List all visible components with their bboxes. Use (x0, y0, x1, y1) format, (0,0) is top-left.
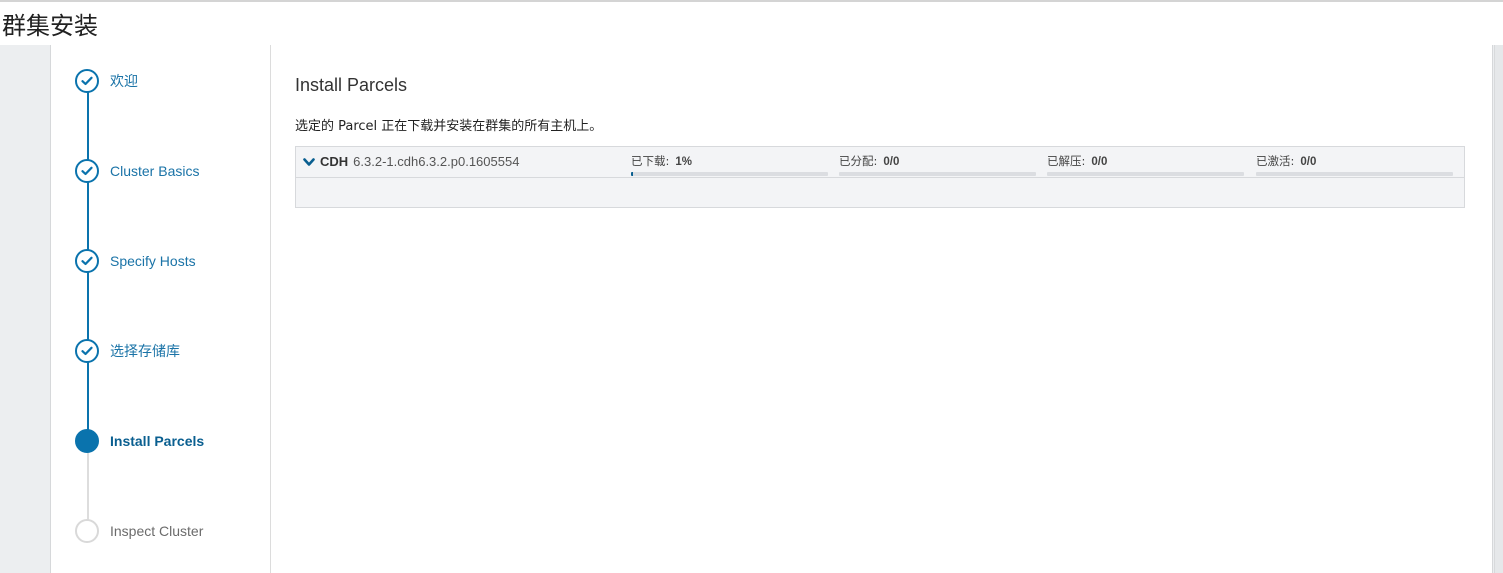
stat-label: 已解压: (1047, 154, 1086, 168)
check-circle-icon (75, 249, 99, 273)
parcel-name: CDH (320, 154, 349, 169)
stat-value: 1% (675, 156, 692, 168)
step-select-repository[interactable]: 选择存储库 (75, 338, 180, 364)
stat-label: 已分配: (839, 154, 878, 168)
step-label: Inspect Cluster (110, 523, 204, 539)
progress-bar (839, 172, 1036, 176)
step-specify-hosts[interactable]: Specify Hosts (75, 248, 196, 274)
stat-value: 0/0 (1091, 156, 1108, 168)
wizard-card: 欢迎 Cluster Basics Specify Hosts 选择存储库 In… (50, 45, 1493, 573)
progress-fill (631, 172, 633, 176)
stat-activated: 已激活: 0/0 (1256, 153, 1453, 176)
step-install-parcels[interactable]: Install Parcels (75, 428, 204, 454)
page-title: 群集安装 (2, 12, 98, 40)
step-cluster-basics[interactable]: Cluster Basics (75, 158, 199, 184)
section-description: 选定的 Parcel 正在下载并安装在群集的所有主机上。 (295, 119, 603, 134)
step-label: Specify Hosts (110, 253, 196, 269)
parcel-toggle[interactable]: CDH 6.3.2-1.cdh6.3.2.p0.1605554 (302, 154, 519, 169)
filled-circle-icon (75, 429, 99, 453)
check-circle-icon (75, 69, 99, 93)
stat-value: 0/0 (1300, 156, 1317, 168)
step-label: Cluster Basics (110, 163, 200, 179)
scrollbar-track[interactable] (1494, 45, 1503, 573)
main-panel: Install Parcels 选定的 Parcel 正在下载并安装在群集的所有… (295, 45, 1475, 573)
progress-bar (631, 172, 828, 176)
progress-bar (1256, 172, 1453, 176)
chevron-down-icon[interactable] (302, 155, 316, 169)
stat-distributed: 已分配: 0/0 (839, 153, 1036, 176)
parcel-table: CDH 6.3.2-1.cdh6.3.2.p0.1605554 已下载: 1% 已… (295, 146, 1465, 208)
step-label: Install Parcels (110, 433, 205, 449)
parcel-row: CDH 6.3.2-1.cdh6.3.2.p0.1605554 已下载: 1% 已… (296, 147, 1464, 178)
section-title: Install Parcels (295, 75, 408, 95)
stat-label: 已激活: (1256, 154, 1295, 168)
content-area: 欢迎 Cluster Basics Specify Hosts 选择存储库 In… (0, 45, 1503, 573)
step-welcome[interactable]: 欢迎 (75, 68, 138, 94)
check-circle-icon (75, 339, 99, 363)
stat-value: 0/0 (883, 156, 900, 168)
check-circle-icon (75, 159, 99, 183)
stat-label: 已下载: (631, 154, 670, 168)
stat-unpacked: 已解压: 0/0 (1047, 153, 1244, 176)
page-header: 群集安装 (0, 2, 1503, 46)
empty-circle-icon (75, 519, 99, 543)
step-label: 欢迎 (110, 73, 138, 89)
wizard-steps: 欢迎 Cluster Basics Specify Hosts 选择存储库 In… (51, 45, 271, 573)
parcel-version: 6.3.2-1.cdh6.3.2.p0.1605554 (353, 154, 520, 169)
step-inspect-cluster: Inspect Cluster (75, 518, 203, 544)
progress-bar (1047, 172, 1244, 176)
step-label: 选择存储库 (110, 343, 180, 359)
stat-downloaded: 已下载: 1% (631, 153, 828, 176)
